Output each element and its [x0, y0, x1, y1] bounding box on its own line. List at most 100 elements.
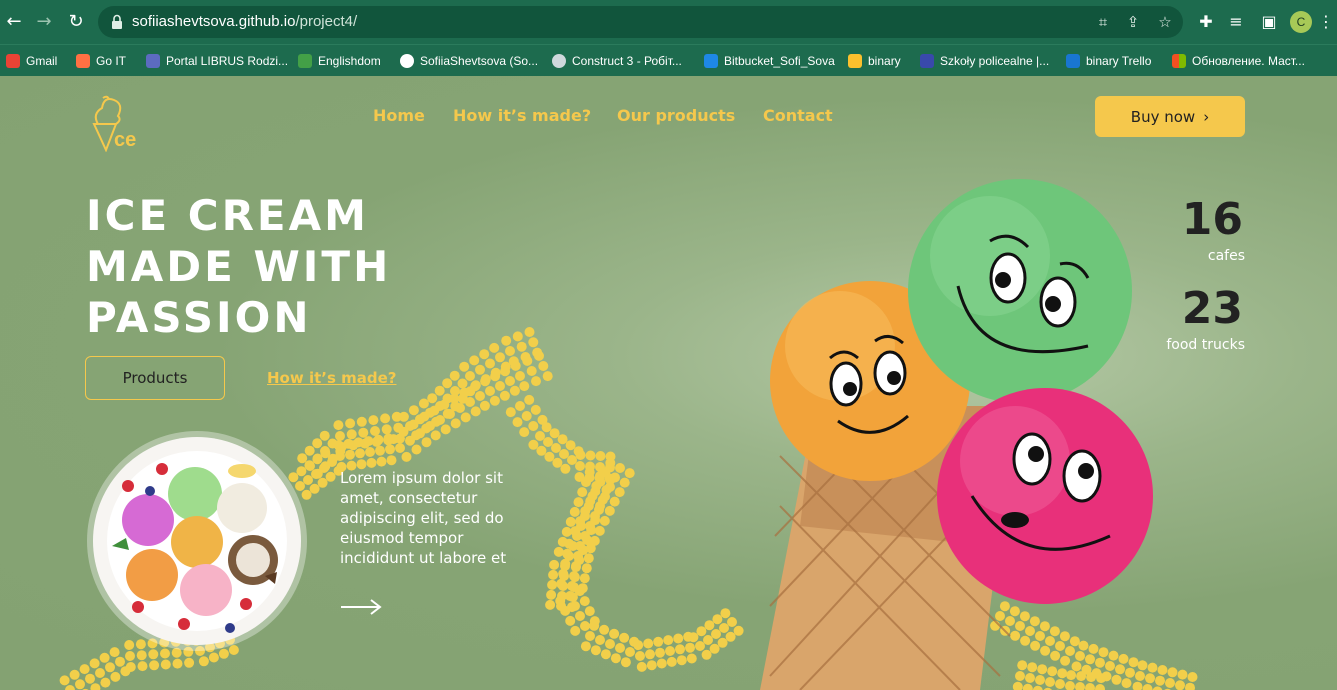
media-icon[interactable]: ≡	[1226, 12, 1246, 32]
yellow-dot	[459, 361, 470, 372]
reload-icon[interactable]: ↻	[64, 10, 88, 34]
bookmark-github[interactable]: SofiiaShevtsova (So...	[400, 51, 538, 71]
nav-contact-link[interactable]: Contact	[763, 106, 833, 125]
bookmark-binary[interactable]: binary	[848, 51, 901, 71]
yellow-dot	[595, 451, 606, 461]
bookmark-construct[interactable]: Construct 3 - Робіт...	[552, 51, 682, 71]
yellow-dot	[1010, 630, 1021, 641]
yellow-dot	[1050, 650, 1061, 661]
yellow-dot	[311, 469, 321, 479]
yellow-dot	[583, 501, 594, 511]
yellow-dot	[552, 457, 563, 468]
yellow-dot	[1115, 664, 1125, 675]
goit-icon	[76, 54, 90, 68]
forward-icon[interactable]: →	[32, 10, 56, 34]
nav-home-link[interactable]: Home	[373, 106, 425, 125]
yellow-dot	[327, 457, 337, 467]
yellow-dot	[516, 341, 527, 352]
yellow-dot	[1096, 673, 1107, 684]
yellow-dot	[1187, 672, 1198, 682]
menu-icon[interactable]: ⋮	[1316, 12, 1336, 32]
yellow-dot	[553, 546, 564, 557]
yellow-dot	[560, 561, 570, 571]
yellow-dot	[580, 621, 590, 631]
bookmark-szkoly[interactable]: Szkoły policealne |...	[920, 51, 1049, 71]
products-button[interactable]: Products	[85, 356, 225, 400]
share-icon[interactable]: ⇪	[1124, 13, 1142, 31]
yellow-dot	[1078, 640, 1089, 651]
yellow-dot	[695, 641, 705, 651]
yellow-dot	[427, 393, 438, 404]
yellow-dot	[208, 652, 219, 663]
gmail-icon	[6, 54, 20, 68]
yellow-dot	[1075, 682, 1085, 690]
yellow-dot	[1076, 671, 1087, 682]
extensions-icon[interactable]: ✚	[1196, 12, 1216, 32]
yellow-dot	[515, 371, 525, 381]
yellow-dot	[79, 664, 90, 675]
back-icon[interactable]: ←	[2, 10, 26, 34]
yellow-dot	[95, 668, 105, 678]
librus-icon	[146, 54, 160, 68]
bookmark-goit[interactable]: Go IT	[76, 51, 126, 71]
yellow-dot	[704, 620, 715, 631]
how-made-link[interactable]: How it’s made?	[267, 369, 396, 387]
yellow-dot	[135, 639, 146, 650]
nav-products-link[interactable]: Our products	[617, 106, 735, 125]
star-icon[interactable]: ☆	[1156, 13, 1174, 31]
yellow-dot	[635, 651, 645, 661]
yellow-dot	[319, 463, 329, 473]
yellow-dot	[570, 625, 581, 636]
buy-now-button[interactable]: Buy now ›	[1095, 96, 1245, 137]
stat-cafes-label: cafes	[1207, 248, 1245, 264]
yellow-dot	[485, 358, 495, 369]
yellow-dot	[490, 371, 501, 382]
yellow-dot	[1145, 673, 1155, 684]
bookmark-englishdom[interactable]: Englishdom	[298, 51, 381, 71]
yellow-dot	[528, 439, 539, 450]
yellow-dot	[1060, 655, 1071, 666]
yellow-dot	[137, 661, 148, 672]
nav-how-made-link[interactable]: How it’s made?	[453, 106, 591, 125]
bookmark-librus[interactable]: Portal LIBRUS Rodzi...	[146, 51, 288, 71]
yellow-dot	[489, 395, 500, 406]
yellow-dot	[358, 427, 369, 438]
yellow-dot	[665, 646, 675, 656]
yellow-dot	[619, 477, 630, 488]
yellow-dot	[500, 366, 511, 377]
yellow-dot	[100, 677, 111, 688]
yellow-dot	[469, 355, 480, 366]
yellow-dot	[557, 591, 567, 601]
ice-cream-logo-icon[interactable]: ce	[86, 94, 148, 152]
yellow-dot	[312, 438, 323, 449]
yellow-dot	[558, 581, 568, 591]
yellow-dot	[1111, 674, 1122, 685]
lock-icon	[112, 14, 122, 29]
yellow-dot	[548, 569, 559, 580]
arrow-right-icon[interactable]	[340, 596, 382, 618]
bookmark-microsoft[interactable]: Обновление. Маст...	[1172, 51, 1305, 71]
translate-icon[interactable]: ⌗	[1094, 13, 1112, 31]
bookmark-bitbucket[interactable]: Bitbucket_Sofi_Sova	[704, 51, 835, 71]
yellow-dot	[445, 409, 455, 419]
yellow-dot	[495, 352, 505, 363]
yellow-dot	[1015, 621, 1025, 631]
bookmark-trello[interactable]: binary Trello	[1066, 51, 1151, 71]
bookmark-gmail[interactable]: Gmail	[6, 51, 57, 71]
sidepanel-icon[interactable]: ▣	[1259, 12, 1279, 32]
yellow-dot	[1057, 668, 1068, 679]
hero-description: Lorem ipsum dolor sit amet, consectetur …	[340, 469, 507, 567]
yellow-dot	[449, 370, 460, 381]
yellow-dot	[1039, 621, 1050, 632]
yellow-dot	[1086, 672, 1097, 683]
yellow-dot	[355, 448, 365, 459]
yellow-dot	[386, 455, 397, 466]
yellow-dot	[519, 381, 530, 392]
profile-avatar[interactable]: C	[1290, 11, 1312, 33]
yellow-dot	[528, 337, 539, 348]
englishdom-icon	[298, 54, 312, 68]
address-bar[interactable]: sofiiashevtsova.github.io/project4/ ⌗ ⇪ …	[98, 6, 1183, 38]
yellow-dot	[573, 497, 584, 508]
yellow-dot	[615, 643, 625, 653]
yellow-dot	[297, 453, 308, 464]
